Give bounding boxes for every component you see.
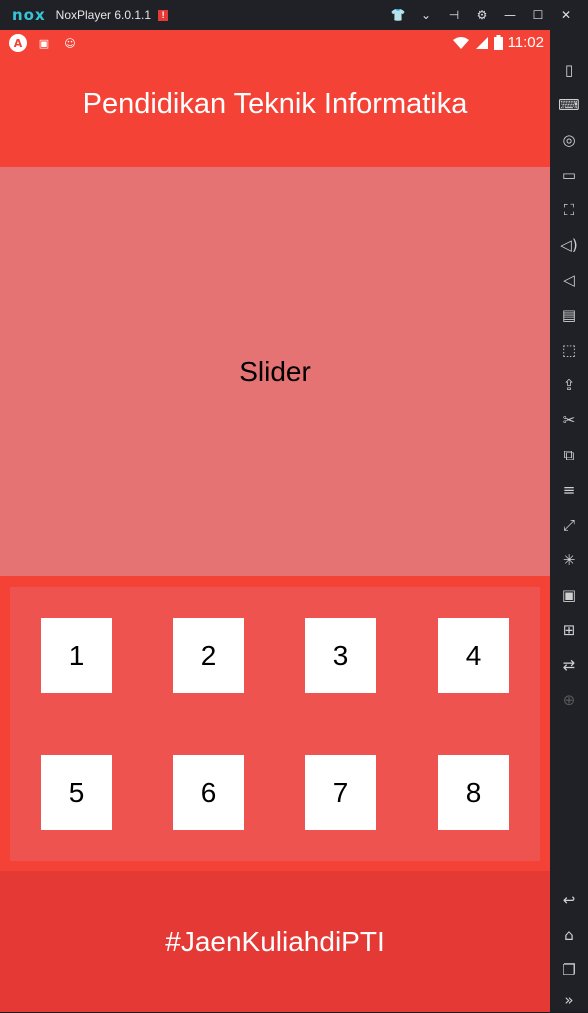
battery-icon [493,35,503,50]
image-notification-icon: ▣ [38,36,50,50]
signal-icon [475,36,488,49]
location-icon[interactable]: ◎ [550,127,588,153]
emulator-toolbar: ▯ ⌨ ◎ ▭ ⛶ ◁) ◁ ▤ ⬚ ⇪ ✂ ⧉ ≡ ⤢ ✳ ▣ ⊞ ⇄ ⊕ ↩… [550,30,588,1012]
app-version-title: NoxPlayer 6.0.1.1 [55,8,152,22]
notification-icons: A ▣ ☺ [9,34,79,52]
gamepad-icon[interactable]: ⊞ [550,617,588,643]
mascot-notification-icon: ☺ [64,36,76,50]
slider-banner[interactable]: Slider [0,167,550,576]
menu-tile-8[interactable]: 8 [438,755,509,830]
alert-badge[interactable]: ! [158,9,169,21]
page-title: Pendidikan Teknik Informatika [82,87,468,120]
toolbox-icon[interactable]: ▤ [550,302,588,328]
status-bar: A ▣ ☺ 11:02 [0,30,550,56]
emulator-titlebar: nox NoxPlayer 6.0.1.1 ! 👕 ⌄ ⊣ ⚙ — ☐ ✕ [0,0,588,30]
menu-tile-2[interactable]: 2 [173,618,244,693]
menu-tile-4[interactable]: 4 [438,618,509,693]
pin-icon[interactable]: ⊣ [440,0,468,30]
slider-label: Slider [239,355,311,387]
shortcut-icon[interactable]: ⤢ [550,512,588,538]
footer-hashtag: #JaenKuliahdiPTI [165,925,385,957]
maximize-icon[interactable]: ☐ [524,0,552,30]
minimize-icon[interactable]: — [496,0,524,30]
screenshot-icon[interactable]: ⬚ [550,337,588,363]
recents-icon[interactable]: ❐ [550,957,588,983]
android-screen: A ▣ ☺ 11:02 Pendidikan Teknik Informatik… [0,30,550,1012]
menu-icon[interactable]: ≡ [550,477,588,503]
window-controls: 👕 ⌄ ⊣ ⚙ — ☐ ✕ [384,0,580,30]
app-notification-icon: A [9,34,27,52]
scissors-icon[interactable]: ✂ [550,407,588,433]
apk-icon[interactable]: ⇪ [550,372,588,398]
screen-icon[interactable]: ▭ [550,162,588,188]
chevron-down-icon[interactable]: ⌄ [412,0,440,30]
more-icon[interactable]: » [550,987,588,1013]
add-icon: ⊕ [562,691,576,709]
record-icon[interactable]: ▣ [550,582,588,608]
loading-icon[interactable]: ✳ [550,547,588,573]
menu-tile-5[interactable]: 5 [41,755,112,830]
sync-icon[interactable]: ⇄ [550,652,588,678]
wifi-icon [452,36,469,49]
gear-icon[interactable]: ⚙ [468,0,496,30]
nox-logo: nox [12,6,46,24]
volume-down-icon[interactable]: ◁ [550,267,588,293]
fullscreen-icon[interactable]: ⛶ [550,197,588,223]
app-bar: Pendidikan Teknik Informatika [0,56,550,166]
menu-grid: 1 2 3 4 5 6 7 8 [10,587,540,861]
keyboard-icon[interactable]: ⌨ [550,92,588,118]
shake-icon[interactable]: ▯ [550,57,588,83]
clock: 11:02 [507,34,544,51]
shirt-icon[interactable]: 👕 [384,0,412,30]
menu-tile-3[interactable]: 3 [305,618,376,693]
menu-tile-6[interactable]: 6 [173,755,244,830]
home-icon[interactable]: ⌂ [550,922,588,948]
back-icon[interactable]: ↩ [550,887,588,913]
close-icon[interactable]: ✕ [552,0,580,30]
multi-instance-icon[interactable]: ⧉ [550,442,588,468]
menu-tile-7[interactable]: 7 [305,755,376,830]
volume-up-icon[interactable]: ◁) [550,232,588,258]
system-indicators: 11:02 [452,34,544,51]
menu-tile-1[interactable]: 1 [41,618,112,693]
footer: #JaenKuliahdiPTI [0,871,550,1012]
